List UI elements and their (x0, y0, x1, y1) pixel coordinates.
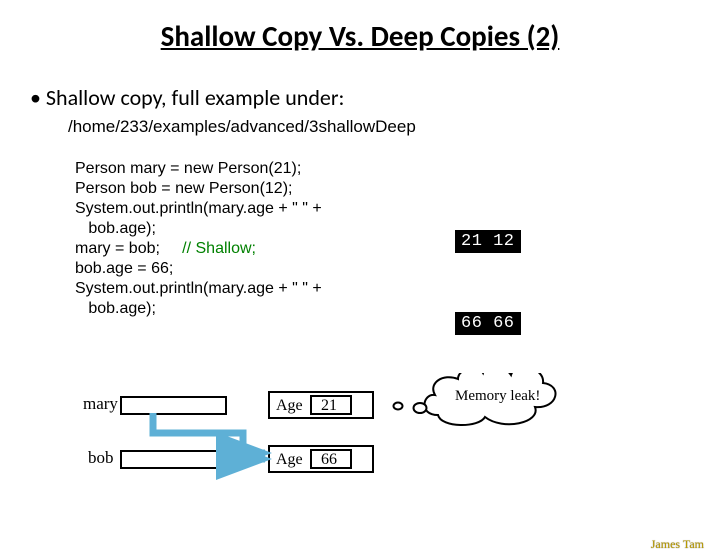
example-path: /home/233/examples/advanced/3shallowDeep (68, 117, 720, 137)
code-line: System.out.println(mary.age + " " + (75, 280, 322, 297)
code-comment: // Shallow; (182, 240, 256, 257)
code-line: bob.age = 66; (75, 260, 173, 277)
memory-leak-cloud: Memory leak! (394, 373, 556, 425)
code-block: Person mary = new Person(21); Person bob… (75, 159, 720, 319)
footer-credit: James Tam (651, 537, 704, 552)
var-label-mary: mary (83, 394, 118, 413)
code-line: Person mary = new Person(21); (75, 160, 301, 177)
diagram: mary bob Age 21 Age 66 Memory leak! (83, 373, 643, 523)
field-label: Age (276, 451, 303, 468)
field-value-2: 66 (321, 451, 337, 468)
code-line: bob.age); (75, 300, 156, 317)
memory-leak-label: Memory leak! (455, 388, 540, 404)
code-line: bob.age); (75, 220, 156, 237)
console-output-1: 21 12 (455, 230, 521, 253)
console-output-2: 66 66 (455, 312, 521, 335)
field-value-1: 21 (321, 397, 337, 414)
code-line: System.out.println(mary.age + " " + (75, 200, 322, 217)
page-title: Shallow Copy Vs. Deep Copies (2) (0, 18, 720, 54)
code-line: Person bob = new Person(12); (75, 180, 292, 197)
code-line: mary = bob; (75, 240, 182, 257)
var-label-bob: bob (88, 448, 114, 467)
field-label: Age (276, 397, 303, 414)
bullet-text: • Shallow copy, full example under: (30, 84, 720, 111)
